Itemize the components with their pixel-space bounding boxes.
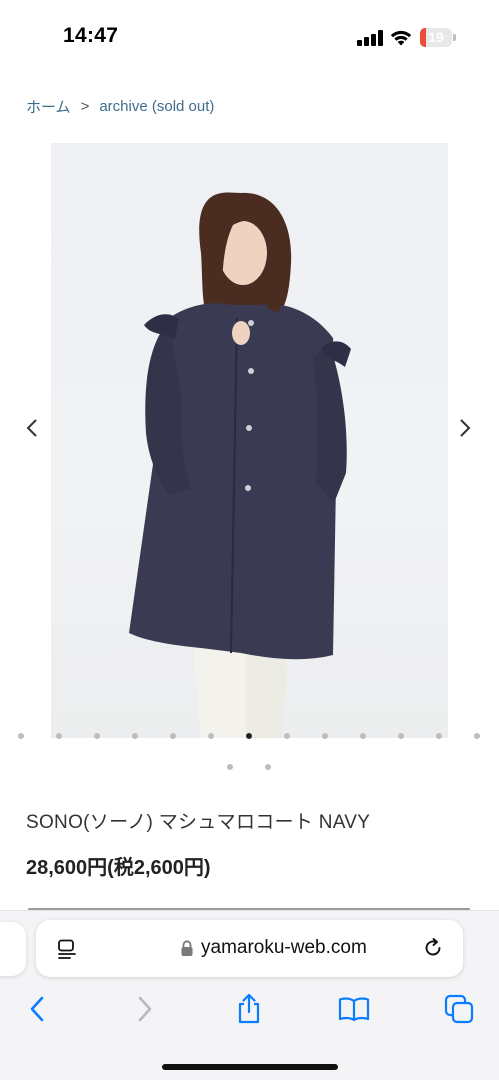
status-time: 14:47 — [63, 24, 119, 47]
chevron-right-icon[interactable] — [453, 414, 477, 442]
breadcrumb-home-link[interactable]: ホーム — [26, 96, 71, 117]
gallery-dot[interactable] — [398, 733, 404, 739]
breadcrumb-archive-link[interactable]: archive (sold out) — [99, 98, 214, 115]
battery-icon: 19 — [420, 28, 456, 47]
cellular-signal-icon — [357, 30, 383, 46]
gallery-dot[interactable] — [360, 733, 366, 739]
gallery-dot[interactable] — [94, 733, 100, 739]
share-icon[interactable] — [233, 993, 265, 1025]
gallery-dot[interactable] — [56, 733, 62, 739]
gallery-dot[interactable] — [265, 764, 271, 770]
tabs-icon[interactable] — [443, 993, 475, 1025]
lock-icon — [180, 940, 194, 957]
battery-level: 19 — [428, 29, 444, 45]
gallery-dot[interactable] — [18, 733, 24, 739]
home-indicator — [162, 1064, 338, 1070]
url-text[interactable]: yamaroku-web.com — [201, 937, 367, 959]
gallery-dot[interactable] — [208, 733, 214, 739]
previous-tab-preview[interactable] — [0, 922, 26, 976]
back-icon[interactable] — [21, 993, 53, 1025]
gallery-dot[interactable] — [132, 733, 138, 739]
product-price: 28,600円(税2,600円) — [26, 857, 211, 879]
gallery-dot[interactable] — [170, 733, 176, 739]
gallery-dot[interactable] — [284, 733, 290, 739]
gallery-dot[interactable] — [227, 764, 233, 770]
product-title: SONO(ソーノ) マシュマロコート NAVY — [26, 812, 371, 833]
status-bar: 14:47 19 — [0, 0, 499, 70]
chevron-left-icon[interactable] — [20, 414, 44, 442]
address-bar[interactable]: yamaroku-web.com — [36, 920, 463, 977]
wifi-icon — [389, 27, 413, 47]
breadcrumb-separator: > — [80, 98, 90, 115]
reload-icon[interactable] — [422, 937, 444, 959]
product-image[interactable] — [51, 143, 448, 738]
bookmarks-icon[interactable] — [338, 993, 370, 1025]
gallery-dot[interactable] — [246, 733, 252, 739]
gallery-dot[interactable] — [474, 733, 480, 739]
gallery-dot[interactable] — [322, 733, 328, 739]
page-menu-icon[interactable] — [56, 938, 78, 960]
breadcrumb: ホーム > archive (sold out) — [26, 96, 214, 117]
gallery-dot[interactable] — [436, 733, 442, 739]
forward-icon[interactable] — [129, 993, 161, 1025]
